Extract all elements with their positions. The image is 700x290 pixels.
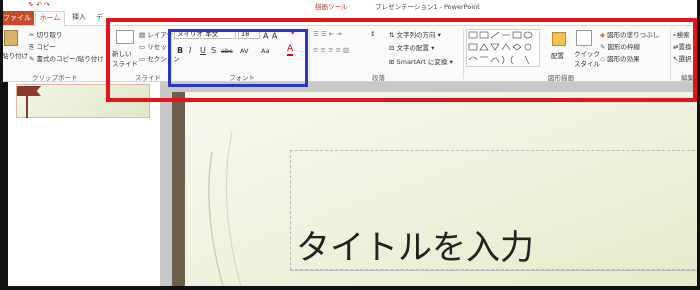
format-painter-button[interactable]: ✎ 書式のコピー/貼り付け xyxy=(29,53,104,63)
title-placeholder-text[interactable]: タイトルを入力 xyxy=(296,220,534,269)
clipboard-group-label: クリップボード xyxy=(32,74,78,82)
paste-button[interactable]: 貼り付け xyxy=(2,50,28,60)
copy-label: コピー xyxy=(36,43,56,51)
frame-border xyxy=(0,82,8,290)
cut-button[interactable]: ✂ 切り取り xyxy=(29,29,63,39)
tab-home[interactable]: ホーム xyxy=(35,11,65,26)
tab-insert[interactable]: 挿入 xyxy=(72,12,86,22)
copy-button[interactable]: ⎘ コピー xyxy=(29,41,56,52)
title-bar: ✎ ↶ ↷ 描画ツール プレゼンテーション1 - PowerPoint xyxy=(0,0,700,11)
title-divider xyxy=(290,270,700,271)
slide-side-bar xyxy=(172,92,185,290)
cut-label: 切り取り xyxy=(36,31,63,39)
paste-icon xyxy=(4,30,18,46)
tab-design[interactable]: デ xyxy=(96,12,103,22)
quick-access-toolbar[interactable]: ✎ ↶ ↷ xyxy=(28,1,50,9)
font-group-highlight-blue xyxy=(168,29,308,87)
frame-border xyxy=(0,286,700,290)
tab-file[interactable]: ファイル xyxy=(0,11,34,25)
format-painter-label: 書式のコピー/貼り付け xyxy=(36,55,104,63)
